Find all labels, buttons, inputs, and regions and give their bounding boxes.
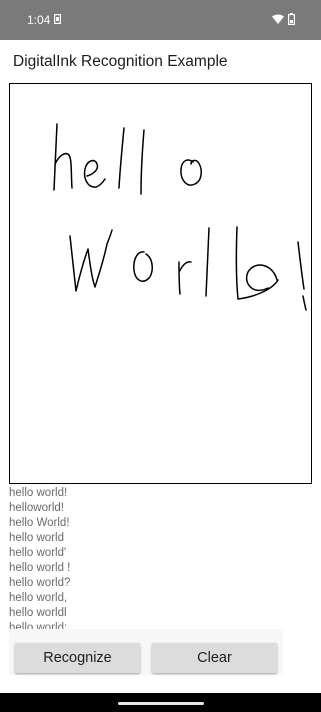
result-item: hello worldl: [9, 607, 67, 619]
status-time: 1:04: [27, 13, 51, 27]
ink-stroke: [302, 295, 307, 311]
ink-stroke: [205, 227, 210, 297]
handwriting-ink: [53, 123, 307, 311]
result-item: hello world': [9, 547, 67, 559]
battery-icon: [288, 13, 295, 25]
ink-stroke: [133, 251, 153, 282]
ink-stroke: [69, 229, 113, 292]
clear-button[interactable]: Clear: [152, 643, 277, 673]
status-bar: 1:04: [0, 0, 321, 40]
result-item: hello world: [9, 532, 64, 544]
button-bar: Recognize Clear: [9, 629, 283, 675]
ink-stroke: [118, 127, 125, 189]
ink-stroke: [53, 123, 73, 191]
result-item: hello World!: [9, 517, 70, 529]
navigation-bar: [0, 693, 321, 712]
result-item: hello world?: [9, 577, 71, 589]
ink-stroke: [235, 226, 279, 300]
result-item: hello world !: [9, 562, 71, 574]
sim-card-icon: [54, 14, 61, 24]
ink-stroke: [180, 159, 202, 186]
app-bar: DigitalInk Recognition Example: [0, 40, 321, 84]
ink-stroke: [140, 129, 145, 195]
ink-stroke: [83, 159, 106, 188]
wifi-icon: [272, 14, 284, 24]
result-item: hello world;: [9, 622, 68, 629]
recognize-button[interactable]: Recognize: [15, 643, 140, 673]
result-item: hello world,: [9, 592, 68, 604]
app-title: DigitalInk Recognition Example: [13, 53, 228, 70]
result-item: hello world!: [9, 487, 68, 499]
ink-stroke: [297, 241, 305, 290]
ink-stroke: [178, 261, 192, 295]
result-item: helloworld!: [9, 502, 64, 514]
recognition-results-list: hello world! helloworld! hello World! he…: [9, 486, 309, 629]
drawing-canvas[interactable]: [9, 83, 312, 484]
home-gesture-handle[interactable]: [118, 702, 204, 705]
